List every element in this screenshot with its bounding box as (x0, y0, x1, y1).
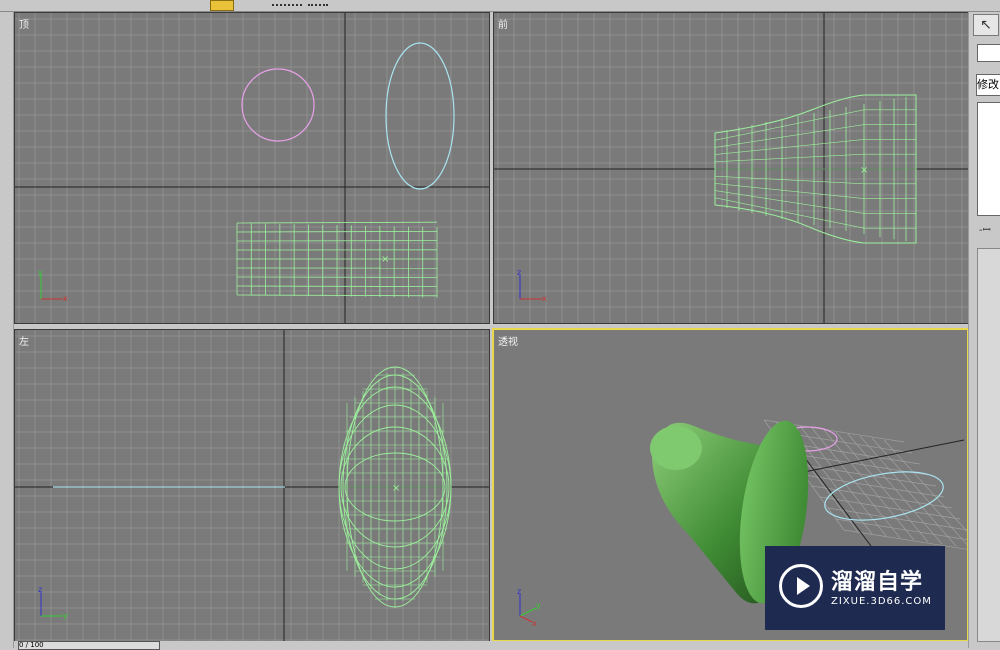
select-tool-button[interactable] (210, 0, 234, 11)
loft-mesh[interactable] (715, 95, 916, 243)
pin-stack-icon[interactable]: -ꟷ (979, 222, 991, 236)
grid (15, 330, 489, 641)
grid (494, 13, 968, 323)
toolbar-separator (308, 4, 328, 8)
viewport-left[interactable]: 左 × z y (14, 329, 490, 642)
axis-tripod: y x (38, 268, 68, 303)
axis-z-label: z (38, 585, 42, 594)
axis-y-label: y (38, 268, 43, 277)
object-name-field[interactable] (977, 44, 1000, 62)
axis-y-label: y (536, 601, 541, 610)
modifier-list-dropdown[interactable]: 修改 (976, 74, 1000, 96)
left-tool-strip (0, 12, 14, 648)
axis-tripod: z y (38, 585, 68, 620)
main-toolbar (0, 0, 1000, 12)
axis-x-label: x (532, 619, 537, 628)
viewport-top-canvas: × y x (15, 13, 489, 323)
axis-y-label: y (63, 611, 68, 620)
pivot-marker: × (381, 254, 389, 265)
viewport-front-canvas: × z x (494, 13, 968, 323)
watermark: 溜溜自学 ZIXUE.3D66.COM (765, 546, 945, 630)
circle-shape[interactable] (242, 69, 314, 141)
axis-x-label: x (63, 294, 68, 303)
viewport-top[interactable]: 顶 × y x (14, 12, 490, 324)
loft-mesh[interactable] (237, 222, 437, 298)
command-panel: ↖ 修改 -ꟷ (968, 12, 1000, 648)
time-slider[interactable]: 0 / 100 (18, 641, 160, 650)
grid (15, 13, 489, 323)
ellipse-shape[interactable] (821, 464, 947, 528)
viewport-label[interactable]: 顶 (19, 16, 29, 31)
watermark-url: ZIXUE.3D66.COM (831, 596, 932, 607)
viewport-label[interactable]: 前 (498, 16, 508, 31)
pivot-marker: × (392, 483, 400, 494)
watermark-title: 溜溜自学 (831, 564, 923, 596)
axis-z-label: z (517, 587, 521, 596)
toolbar-separator (272, 4, 302, 8)
axis-x-label: x (542, 294, 547, 303)
axis-z-label: z (517, 268, 521, 277)
select-arrow-icon[interactable]: ↖ (973, 14, 999, 36)
ellipse-shape[interactable] (386, 43, 454, 189)
parameters-rollout (977, 248, 1000, 642)
axis-tripod: z x (517, 268, 547, 303)
viewport-front[interactable]: 前 × z x (493, 12, 969, 324)
modifier-stack[interactable] (977, 102, 1000, 216)
viewport-label[interactable]: 左 (19, 333, 29, 348)
play-logo-icon (779, 564, 823, 608)
pivot-marker: × (860, 165, 868, 176)
viewport-left-canvas: × z y (15, 330, 489, 641)
viewport-label[interactable]: 透视 (498, 333, 518, 348)
axis-tripod: z y x (517, 587, 541, 628)
mesh-lines (715, 95, 916, 243)
